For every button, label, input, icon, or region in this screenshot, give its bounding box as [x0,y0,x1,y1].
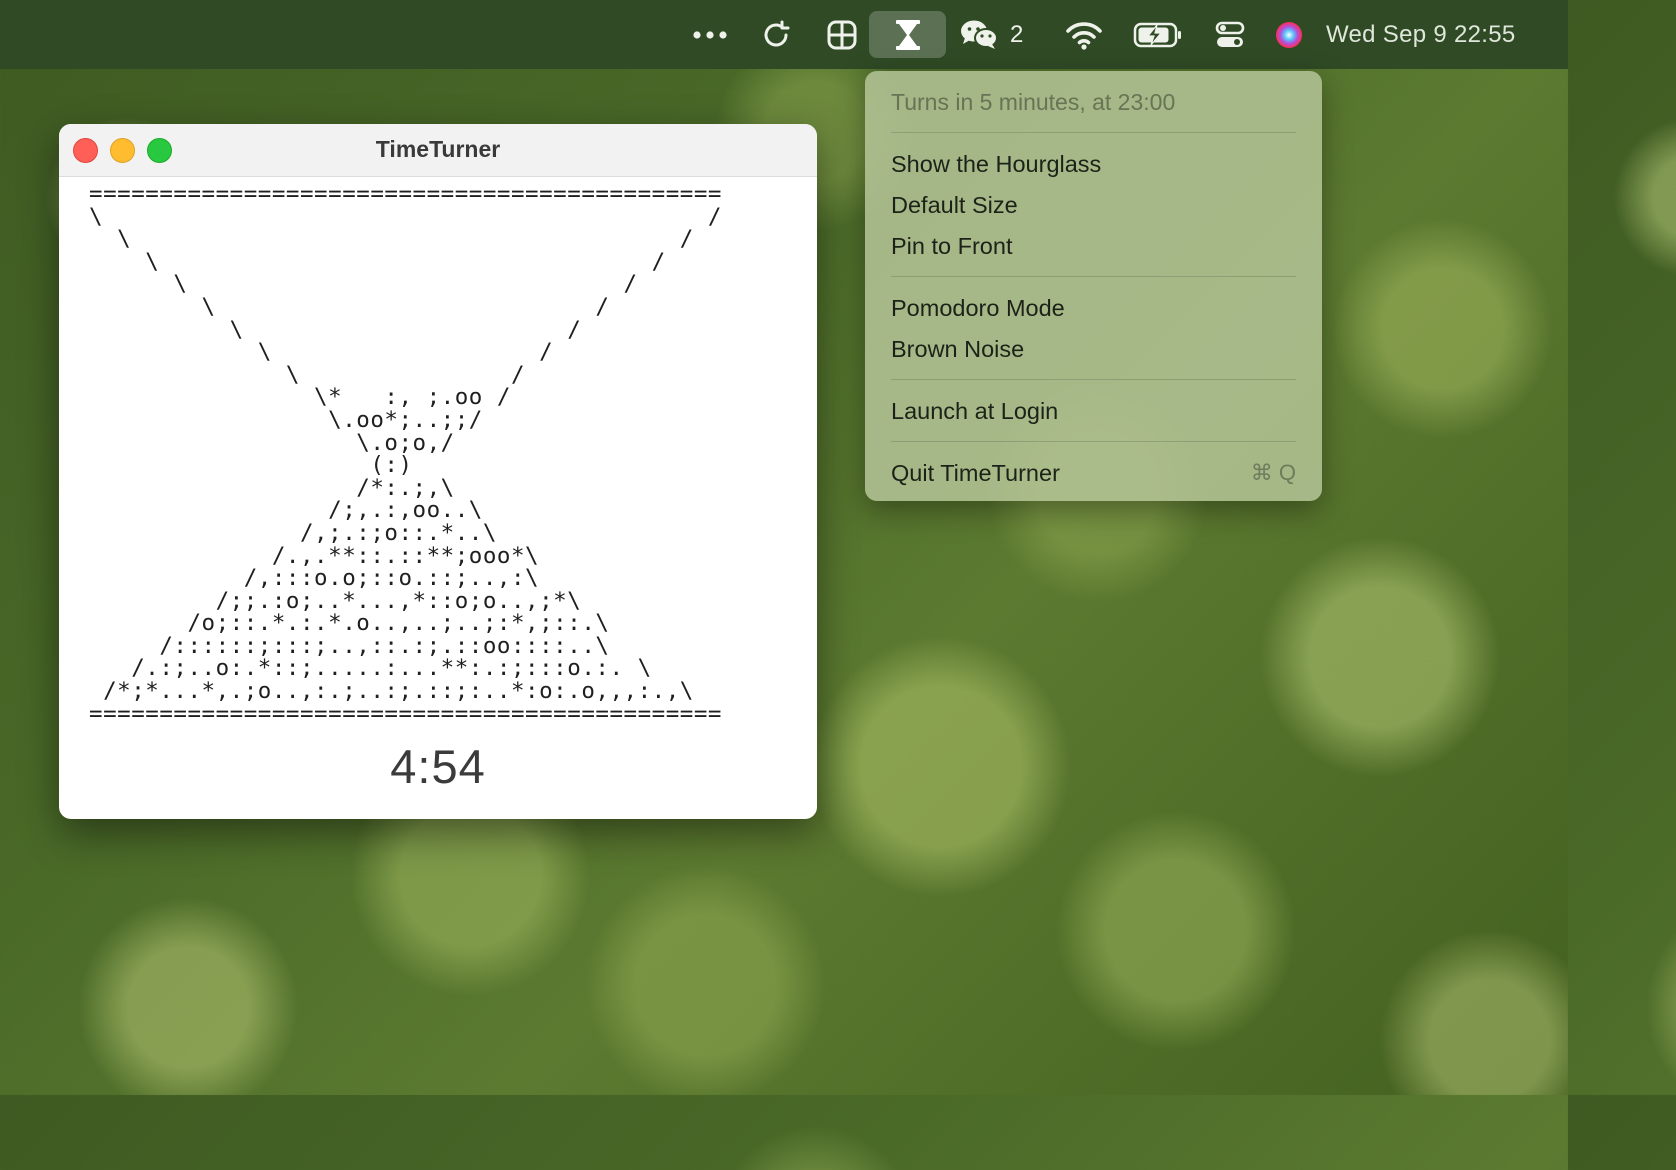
menu-item-default-size[interactable]: Default Size [891,192,1296,219]
timeturner-window: TimeTurner =============================… [59,124,817,819]
menu-item-launch-at-login[interactable]: Launch at Login [891,398,1296,425]
quit-label: Quit TimeTurner [891,460,1060,486]
title-bar[interactable]: TimeTurner [59,124,817,177]
menu-separator [891,276,1296,277]
window-title: TimeTurner [375,136,501,162]
menu-item-brown-noise[interactable]: Brown Noise [891,336,1296,363]
menu-item-show-hourglass[interactable]: Show the Hourglass [891,151,1296,178]
countdown-timer: 4:54 [390,740,486,793]
clock-text: Wed Sep 9 22:55 [1326,20,1516,48]
minimize-button[interactable] [110,138,135,163]
menu-item-quit[interactable]: Quit TimeTurner ⌘ Q [891,460,1296,487]
quit-shortcut: ⌘ Q [1250,460,1296,485]
menu-info-text: Turns in 5 minutes, at 23:00 [891,89,1176,115]
menubar-clock[interactable]: Wed Sep 9 22:55 [1326,0,1542,69]
battery-icon[interactable] [1130,0,1186,69]
menu-separator [891,441,1296,442]
zoom-button[interactable] [147,138,172,163]
menu-item-pomodoro-mode[interactable]: Pomodoro Mode [891,295,1296,322]
close-button[interactable] [73,138,98,163]
wechat-icon [961,20,998,49]
wechat-badge-count: 2 [1010,20,1024,48]
more-icon[interactable] [688,0,732,69]
wechat-status-item[interactable]: 2 [960,0,1040,69]
hourglass-icon[interactable] [869,11,946,58]
hourglass-ascii-art: ========================================… [89,181,722,727]
menu-bar: 2 Wed Sep 9 22:55 [0,0,1568,69]
refresh-icon[interactable] [756,0,796,69]
menu-separator [891,132,1296,133]
menu-separator [891,379,1296,380]
grid-icon[interactable] [822,0,862,69]
timeturner-menu: Turns in 5 minutes, at 23:00 Show the Ho… [865,71,1322,501]
control-center-icon[interactable] [1210,0,1250,69]
wifi-icon[interactable] [1064,0,1104,69]
siri-icon[interactable] [1270,0,1308,69]
menu-item-pin-to-front[interactable]: Pin to Front [891,233,1296,260]
